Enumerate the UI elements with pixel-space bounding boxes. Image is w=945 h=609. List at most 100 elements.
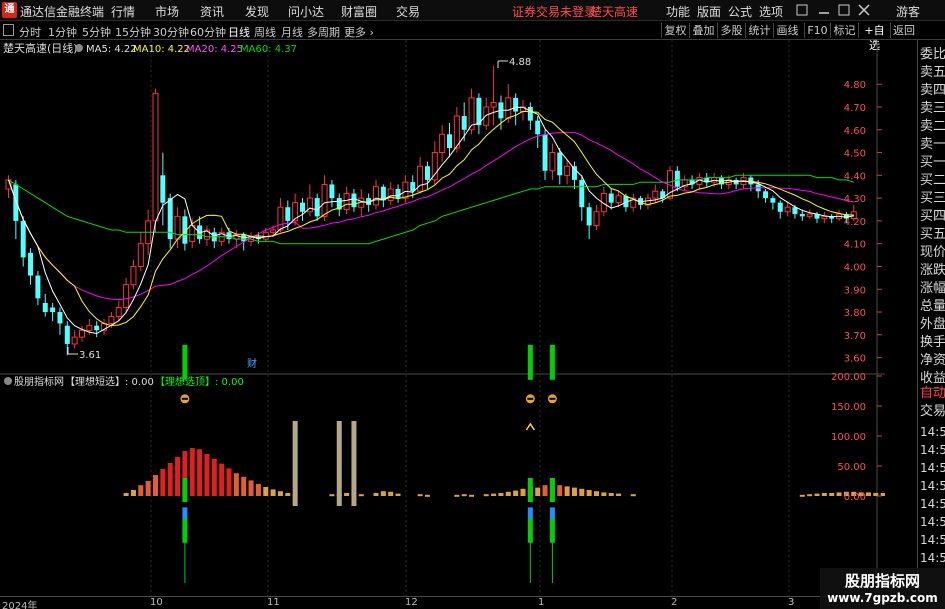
minimize-icon[interactable] xyxy=(818,4,830,16)
sidebar-bid-ask-ratio[interactable]: 委比 xyxy=(920,46,945,64)
toolbar-f10[interactable]: F10 xyxy=(804,23,830,38)
sidebar-bid5: 买五 xyxy=(920,227,945,242)
candle-body xyxy=(13,184,19,221)
candle-body xyxy=(799,214,805,217)
toolbar-overlay[interactable]: 叠加 xyxy=(689,23,717,38)
sidebar-auto[interactable]: 自动 xyxy=(920,385,945,403)
indicator-axis: 200.00 150.00 100.00 50.00 0.00 xyxy=(831,372,882,503)
price-and-indicator-chart[interactable]: 楚天高速(日线) MA5: 4.22 MA10: 4.22 MA20: 4.25… xyxy=(0,40,885,596)
toolbar-mark[interactable]: 标记 xyxy=(830,23,858,38)
menu-layout[interactable]: 版面 xyxy=(697,3,721,20)
timeframe-toolbar: 分时 1分钟 5分钟 15分钟 30分钟 60分钟 日线 周线 月线 多周期 更… xyxy=(0,21,945,52)
tf-intraday[interactable]: 分时 xyxy=(19,24,41,40)
indicator-bar xyxy=(145,481,151,496)
candle-body xyxy=(806,213,813,217)
candle-body xyxy=(395,188,401,199)
menu-market-quotes[interactable]: 行情 xyxy=(111,3,135,20)
indicator-toggle-icon[interactable] xyxy=(4,377,12,385)
tick-time: 14:56 xyxy=(920,551,945,565)
green-signal-top xyxy=(527,344,533,380)
menu-functions[interactable]: 功能 xyxy=(666,3,690,20)
candle-body xyxy=(615,195,622,204)
maximize-icon[interactable] xyxy=(838,4,850,16)
tf-60min[interactable]: 60分钟 xyxy=(190,24,226,40)
candle-body xyxy=(593,211,600,226)
toolbar-stats[interactable]: 统计 xyxy=(745,23,773,38)
tick-time: 14:56 xyxy=(920,461,945,475)
site-watermark: 股朋指标网 www.7gpzb.com xyxy=(820,568,945,609)
time-label-dec: 12 xyxy=(405,597,418,608)
toolbar-back[interactable]: 返回 xyxy=(890,23,917,38)
candle-body xyxy=(300,202,305,212)
tf-5min[interactable]: 5分钟 xyxy=(82,24,111,40)
indicator-tick-label: 0.00 xyxy=(844,492,866,503)
tf-15min[interactable]: 15分钟 xyxy=(115,24,151,40)
candle-body xyxy=(557,152,563,176)
tf-daily[interactable]: 日线 xyxy=(228,24,250,40)
sidebar-ask4: 卖四 xyxy=(920,83,945,98)
tf-weekly[interactable]: 周线 xyxy=(254,24,276,40)
sidebar-volume: 总量 xyxy=(920,299,945,314)
indicator-bar xyxy=(557,485,563,496)
indicator-bar xyxy=(380,491,386,496)
indicator-bar xyxy=(469,494,475,497)
close-icon[interactable] xyxy=(858,4,870,16)
menu-trade[interactable]: 交易 xyxy=(396,3,420,20)
indicator-bar xyxy=(388,491,394,496)
candle-body xyxy=(86,325,93,331)
sidebar-trade[interactable]: 交易 xyxy=(920,403,945,421)
tf-30min[interactable]: 30分钟 xyxy=(153,24,189,40)
indicator-bar xyxy=(586,490,592,496)
toolbar-multi-stock[interactable]: 多股 xyxy=(717,23,745,38)
panel-menu-icon[interactable] xyxy=(3,24,14,36)
tick-time: 14:56 xyxy=(920,497,945,511)
candle-body xyxy=(792,207,798,215)
time-label-year: 2024年 xyxy=(2,601,38,609)
menu-formula[interactable]: 公式 xyxy=(728,3,752,20)
tf-monthly[interactable]: 月线 xyxy=(281,24,303,40)
chart-area[interactable]: 楚天高速(日线) MA5: 4.22 MA10: 4.22 MA20: 4.25… xyxy=(0,40,885,596)
tf-multi-period[interactable]: 多周期 xyxy=(307,24,340,40)
indicator-top-select: 【理想选顶】: 0.00 xyxy=(155,375,244,388)
candle-body xyxy=(137,243,144,267)
indicator-bar xyxy=(483,494,489,497)
menu-options[interactable]: 选项 xyxy=(759,3,783,20)
indicator-bar xyxy=(211,458,217,496)
tan-signal-bar xyxy=(351,421,357,506)
candle-body xyxy=(79,329,85,338)
sidebar-last-price: 现价 xyxy=(920,245,945,260)
tf-1min[interactable]: 1分钟 xyxy=(48,24,77,40)
user-guest[interactable]: 游客 xyxy=(896,3,920,20)
indicator-bar xyxy=(417,494,423,497)
toolbar-draw-line[interactable]: 画线 xyxy=(773,23,801,38)
indicator-bar xyxy=(395,493,401,496)
main-legend: 楚天高速(日线) MA5: 4.22 MA10: 4.22 MA20: 4.25… xyxy=(3,41,297,55)
menu-news[interactable]: 资讯 xyxy=(200,3,224,20)
sidebar-outer-volume: 外盘 xyxy=(920,317,945,332)
window-tile-icon[interactable] xyxy=(796,4,808,16)
finance-event-marker[interactable]: 财 xyxy=(247,357,257,370)
candle-body xyxy=(527,106,533,121)
sidebar-net-assets: 净资 xyxy=(920,353,945,368)
candle-body xyxy=(42,302,48,313)
tf-more[interactable]: 更多 › xyxy=(344,24,374,40)
indicator-bar xyxy=(204,454,210,496)
candle-body xyxy=(461,116,467,130)
menu-wealth-circle[interactable]: 财富圈 xyxy=(341,3,377,20)
menu-ask-assistant[interactable]: 问小达 xyxy=(288,3,324,20)
candle-body xyxy=(763,191,769,199)
indicator-bar xyxy=(197,449,203,496)
toolbar-add-watchlist[interactable]: +自选 xyxy=(858,23,890,52)
candle-body xyxy=(483,106,490,126)
candle-body xyxy=(608,193,614,203)
menu-discover[interactable]: 发现 xyxy=(245,3,269,20)
indicator-bar xyxy=(167,463,173,496)
trade-login-status[interactable]: 证券交易未登录 xyxy=(512,3,596,20)
price-tick-label: 3.90 xyxy=(844,285,866,296)
candle-body xyxy=(28,252,34,276)
toolbar-adjust-rights[interactable]: 复权 xyxy=(661,23,689,38)
candle-body xyxy=(71,336,78,345)
menu-market[interactable]: 市场 xyxy=(155,3,179,20)
legend-toggle-icon[interactable] xyxy=(75,44,83,52)
watermark-url: www.7gpzb.com xyxy=(827,591,938,605)
